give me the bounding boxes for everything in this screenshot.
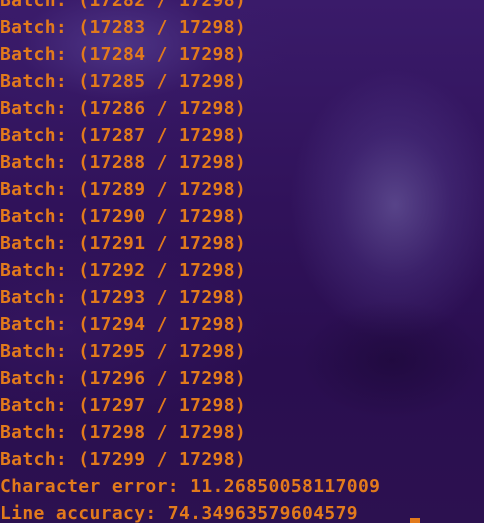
output-line-batch: Batch: (17286 / 17298) <box>0 98 247 119</box>
output-line-batch: Batch: (17290 / 17298) <box>0 206 247 227</box>
output-line-line-accuracy: Line accuracy: 74.34963579604579 <box>0 503 358 523</box>
terminal-output: Batch: (17282 / 17298) Batch: (17283 / 1… <box>0 0 380 523</box>
output-line-batch: Batch: (17299 / 17298) <box>0 449 247 470</box>
output-line-batch: Batch: (17282 / 17298) <box>0 0 247 11</box>
output-line-batch: Batch: (17293 / 17298) <box>0 287 247 308</box>
output-line-batch: Batch: (17296 / 17298) <box>0 368 247 389</box>
output-line-batch: Batch: (17291 / 17298) <box>0 233 247 254</box>
output-line-batch: Batch: (17287 / 17298) <box>0 125 247 146</box>
output-line-batch: Batch: (17285 / 17298) <box>0 71 247 92</box>
output-line-batch: Batch: (17294 / 17298) <box>0 314 247 335</box>
output-line-batch: Batch: (17297 / 17298) <box>0 395 247 416</box>
output-line-batch: Batch: (17298 / 17298) <box>0 422 247 443</box>
output-line-batch: Batch: (17295 / 17298) <box>0 341 247 362</box>
terminal-cursor <box>410 518 420 523</box>
output-line-batch: Batch: (17283 / 17298) <box>0 17 247 38</box>
output-line-batch: Batch: (17289 / 17298) <box>0 179 247 200</box>
terminal-window[interactable]: Batch: (17282 / 17298) Batch: (17283 / 1… <box>0 0 484 523</box>
output-line-batch: Batch: (17288 / 17298) <box>0 152 247 173</box>
output-line-batch: Batch: (17292 / 17298) <box>0 260 247 281</box>
output-line-batch: Batch: (17284 / 17298) <box>0 44 247 65</box>
output-line-character-error: Character error: 11.26850058117009 <box>0 476 381 497</box>
